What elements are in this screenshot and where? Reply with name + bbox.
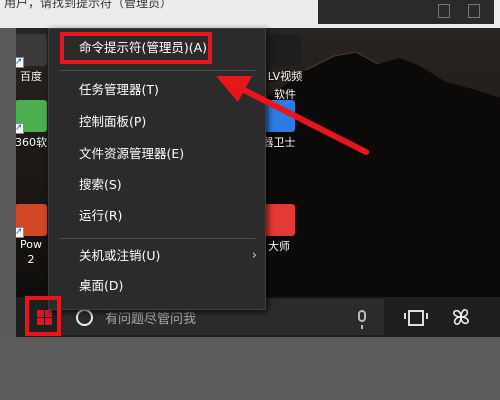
menu-item-label: 文件资源管理器(E) <box>79 146 185 161</box>
guard-icon <box>263 100 295 132</box>
menu-item-shutdown-signout[interactable]: 关机或注销(U) › <box>49 241 265 271</box>
highlight-box-start-button <box>25 296 61 336</box>
window-thumbnail <box>318 0 494 24</box>
powerpoint-icon: ↗ <box>16 204 47 238</box>
menu-item-control-panel[interactable]: 控制面板(P) <box>49 107 265 137</box>
cortana-icon <box>76 308 93 326</box>
microphone-icon[interactable] <box>358 310 366 329</box>
chevron-right-icon: › <box>251 248 257 263</box>
baidu-icon: ↗ <box>16 34 47 68</box>
menu-item-desktop[interactable]: 桌面(D) <box>49 271 265 301</box>
desktop-icon-label: LV视频 <box>267 70 303 83</box>
menu-item-label: 运行(R) <box>79 208 123 223</box>
start-context-menu: 命令提示符(管理员)(A) 任务管理器(T) 控制面板(P) 文件资源管理器(E… <box>48 28 266 310</box>
menu-separator <box>59 238 255 239</box>
menu-item-label: 任务管理器(T) <box>79 82 159 97</box>
menu-item-label: 控制面板(P) <box>79 114 147 129</box>
menu-item-label: 关机或注销(U) <box>79 248 161 263</box>
menu-item-task-manager[interactable]: 任务管理器(T) <box>49 75 265 105</box>
desktop-icon-lv-video[interactable]: LV视频 软件 <box>262 34 308 102</box>
lv-video-icon <box>269 34 301 66</box>
top-strip: 用户，请找到提示符（管理员） <box>0 0 500 28</box>
menu-item-run[interactable]: 运行(R) <box>49 201 265 231</box>
task-view-icon[interactable] <box>404 308 428 326</box>
highlight-box-command-prompt <box>60 32 212 64</box>
shortcut-arrow-icon: ↗ <box>16 123 24 134</box>
cut-off-text: 用户，请找到提示符（管理员） <box>4 0 173 10</box>
shortcut-arrow-icon: ↗ <box>16 227 24 238</box>
360-icon: ↗ <box>16 100 47 134</box>
menu-item-label: 搜索(S) <box>79 177 122 192</box>
menu-separator <box>59 70 255 71</box>
search-placeholder: 有问题尽管问我 <box>105 311 197 327</box>
shortcut-arrow-icon: ↗ <box>16 57 24 68</box>
menu-item-search[interactable]: 搜索(S) <box>49 170 265 200</box>
menu-item-file-explorer[interactable]: 文件资源管理器(E) <box>49 139 265 169</box>
master-icon <box>263 204 295 236</box>
menu-item-label: 桌面(D) <box>79 278 124 293</box>
bottom-area <box>0 337 500 400</box>
pinwheel-icon[interactable] <box>450 306 472 328</box>
